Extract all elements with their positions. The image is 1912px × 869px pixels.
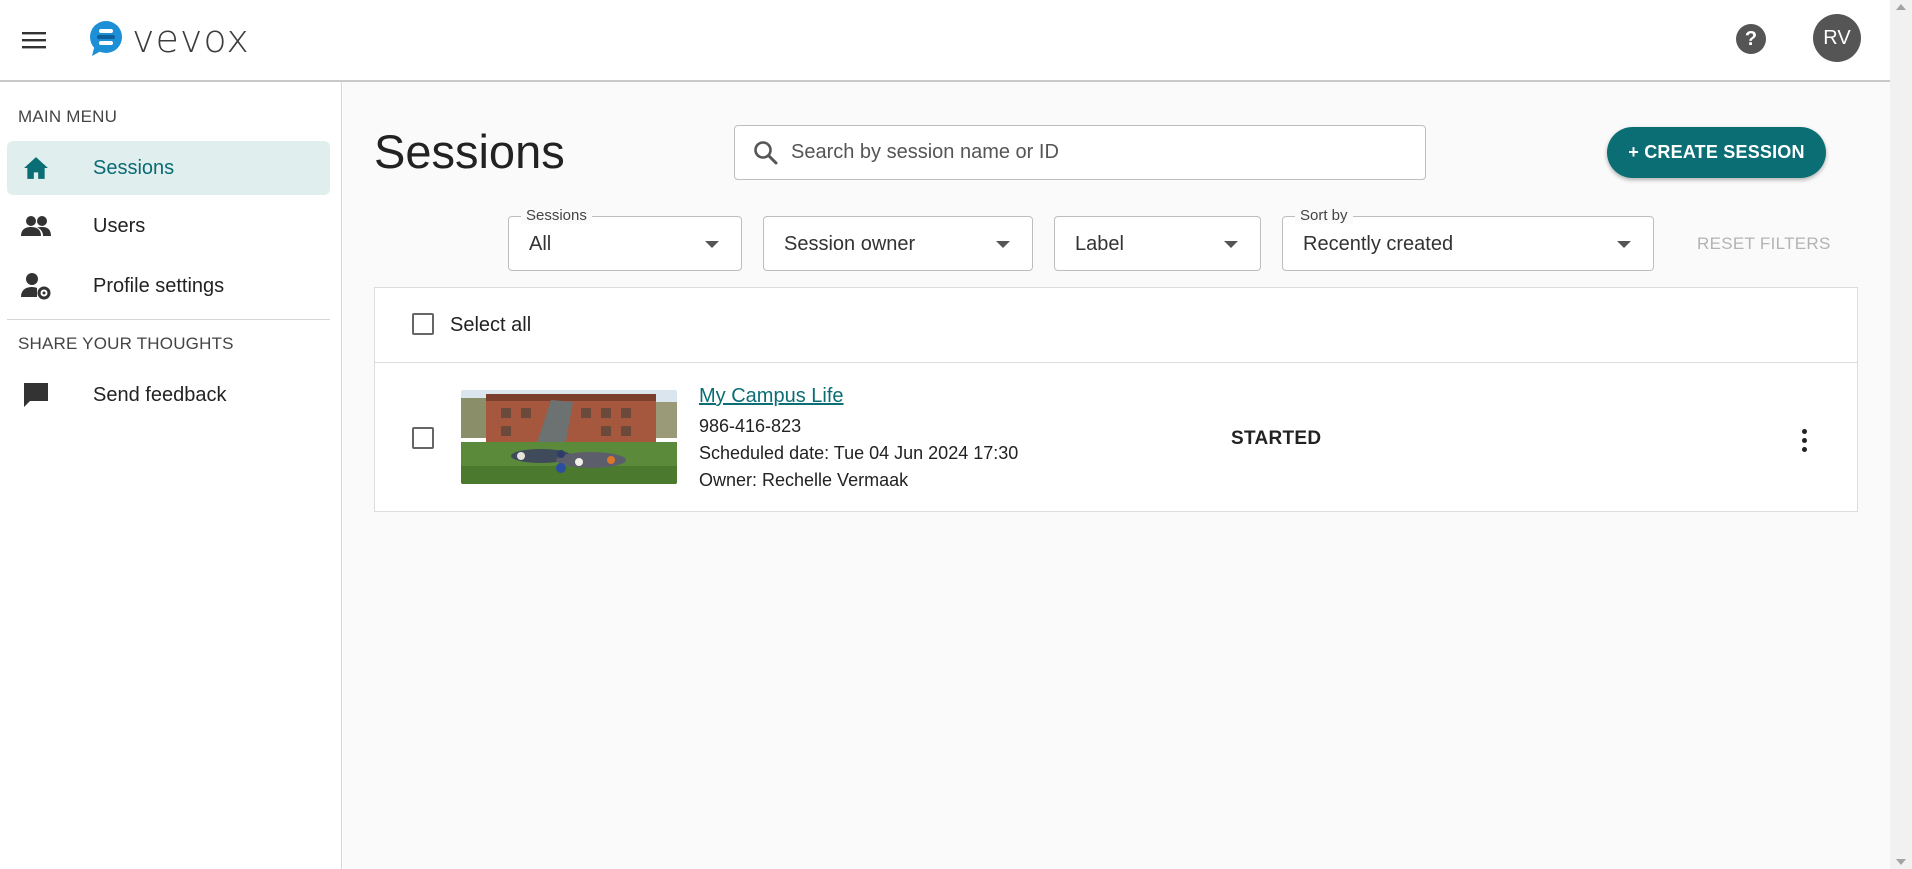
- sidebar-item-profile-settings[interactable]: Profile settings: [7, 259, 330, 313]
- create-session-button[interactable]: + CREATE SESSION: [1607, 127, 1826, 178]
- help-icon[interactable]: ?: [1736, 24, 1766, 54]
- chevron-down-icon: [996, 241, 1010, 248]
- chevron-down-icon: [1224, 241, 1238, 248]
- vevox-logo-icon: [90, 21, 122, 56]
- search-icon: [753, 140, 779, 171]
- select-all-checkbox[interactable]: [412, 313, 434, 335]
- sort-by-value: Recently created: [1303, 233, 1454, 255]
- page-title: Sessions: [374, 125, 565, 178]
- chevron-down-icon: [705, 241, 719, 248]
- session-scheduled-date: Scheduled date: Tue 04 Jun 2024 17:30: [699, 443, 1019, 463]
- hamburger-menu-icon[interactable]: [18, 24, 50, 56]
- session-checkbox[interactable]: [412, 427, 434, 449]
- session-thumbnail-image[interactable]: [461, 390, 677, 484]
- label-filter-select[interactable]: Label: [1054, 216, 1261, 271]
- page-scrollbar[interactable]: [1890, 0, 1912, 869]
- chevron-down-icon: [1617, 241, 1631, 248]
- sidebar-item-send-feedback[interactable]: Send feedback: [7, 368, 330, 422]
- scroll-down-arrow-icon[interactable]: [1896, 859, 1906, 865]
- sidebar-item-users[interactable]: Users: [7, 199, 330, 253]
- sidebar-item-label: Users: [93, 214, 146, 237]
- sidebar-item-label: Profile settings: [93, 274, 225, 297]
- session-owner: Owner: Rechelle Vermaak: [699, 470, 909, 490]
- home-icon: [19, 151, 53, 185]
- user-settings-icon: [19, 269, 53, 303]
- sidebar: MAIN MENU Sessions Users Profile setting…: [0, 82, 342, 869]
- sidebar-divider: [7, 319, 330, 320]
- app-root: vevox ? RV MAIN MENU Sessions Users Prof…: [0, 0, 1912, 869]
- sessions-filter-select[interactable]: Sessions All: [508, 207, 742, 271]
- session-owner-filter-select[interactable]: Session owner: [763, 216, 1033, 271]
- more-options-icon[interactable]: [1789, 424, 1819, 456]
- sidebar-item-sessions[interactable]: Sessions: [7, 141, 330, 195]
- scroll-up-arrow-icon[interactable]: [1896, 4, 1906, 10]
- sort-by-label: Sort by: [1295, 207, 1353, 224]
- sessions-filter-label: Sessions: [521, 207, 592, 224]
- session-id: 986-416-823: [699, 416, 802, 436]
- logo-wordmark: vevox: [132, 17, 250, 61]
- select-all-row: Select all: [375, 288, 1857, 363]
- sessions-list: Select all My Campus Life 986-416-823 Sc…: [374, 287, 1858, 512]
- share-thoughts-heading: SHARE YOUR THOUGHTS: [18, 334, 234, 353]
- vevox-logo[interactable]: vevox: [88, 17, 250, 61]
- user-avatar[interactable]: RV: [1813, 14, 1861, 62]
- sessions-filter-value: All: [529, 233, 552, 255]
- session-title-link[interactable]: My Campus Life: [699, 385, 844, 408]
- sort-by-select[interactable]: Sort by Recently created: [1282, 207, 1654, 271]
- sidebar-item-label: Sessions: [93, 156, 175, 179]
- select-all-label: Select all: [450, 314, 532, 336]
- users-icon: [19, 209, 53, 243]
- top-bar: vevox ? RV: [0, 0, 1890, 82]
- label-filter-value: Label: [1075, 233, 1124, 255]
- sidebar-item-label: Send feedback: [93, 383, 227, 406]
- search-input[interactable]: [791, 141, 1391, 164]
- session-status: STARTED: [1231, 428, 1322, 449]
- session-owner-filter-value: Session owner: [784, 233, 916, 255]
- search-box[interactable]: [734, 125, 1426, 180]
- main-content: Sessions + CREATE SESSION Sessions All S…: [343, 82, 1890, 869]
- reset-filters-button[interactable]: RESET FILTERS: [1697, 234, 1831, 254]
- main-menu-heading: MAIN MENU: [18, 107, 118, 126]
- feedback-icon: [19, 378, 53, 412]
- session-row: My Campus Life 986-416-823 Scheduled dat…: [375, 364, 1857, 512]
